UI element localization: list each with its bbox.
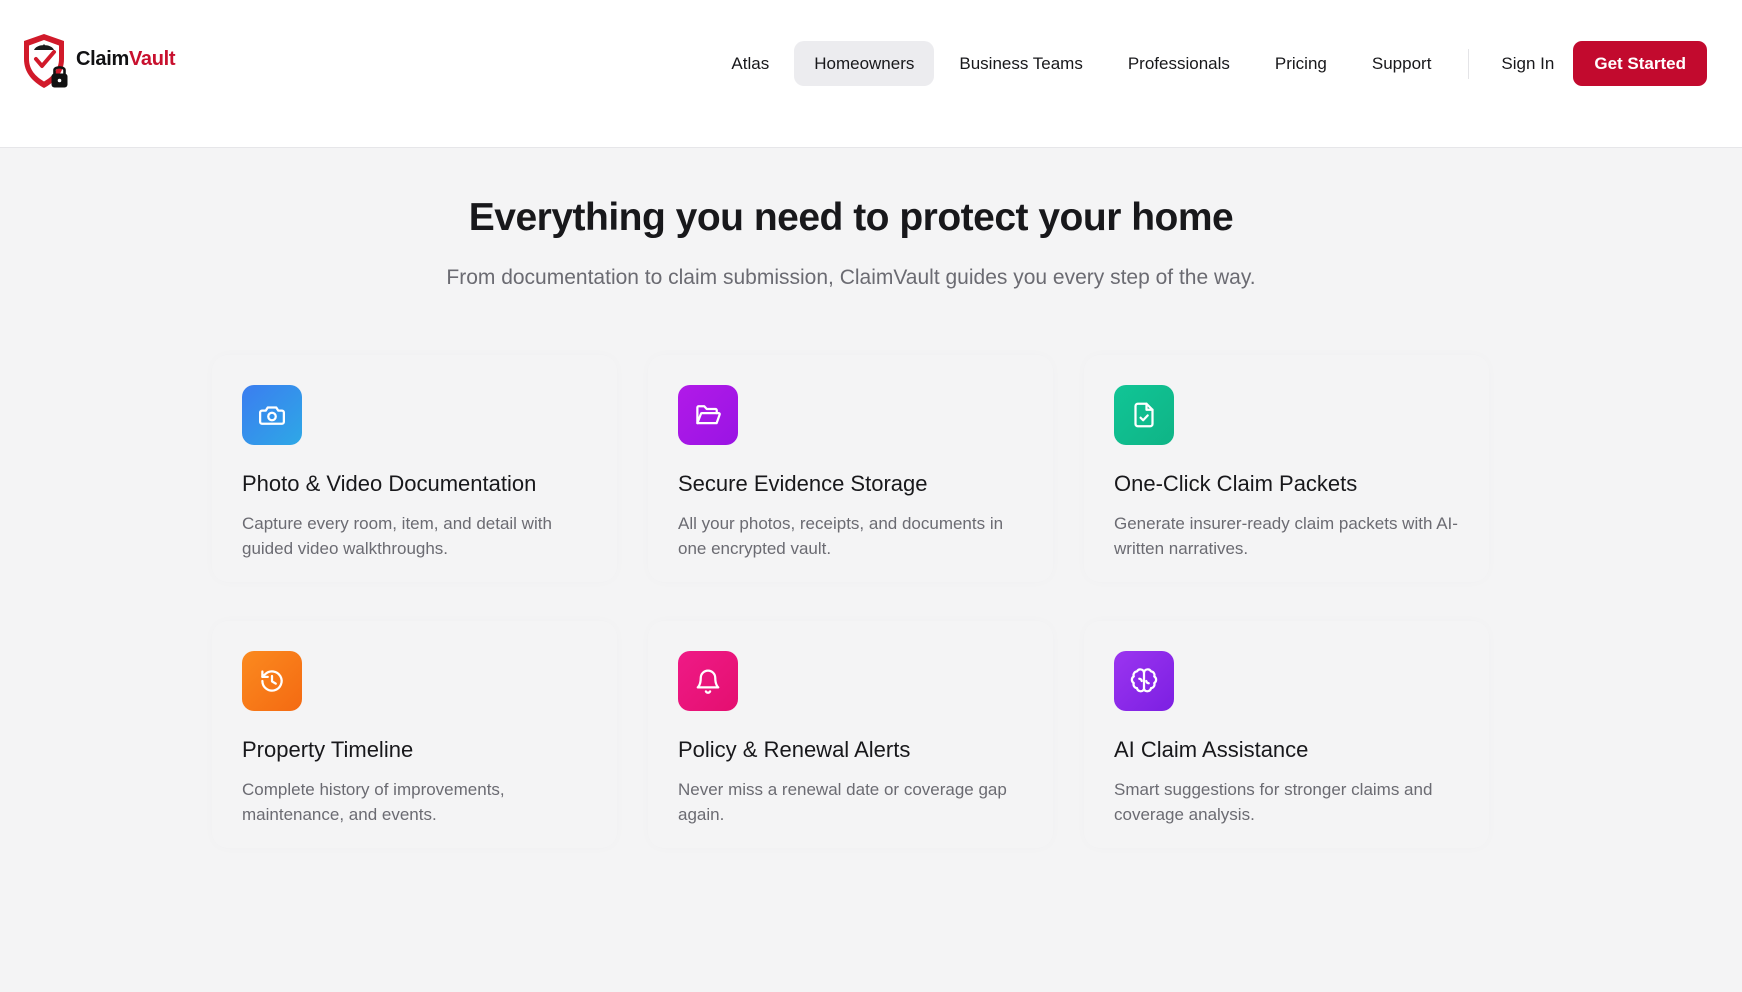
- nav-divider: [1468, 48, 1470, 79]
- feature-description: Capture every room, item, and detail wit…: [242, 514, 552, 558]
- section-title: Everything you need to protect your home: [468, 196, 1234, 239]
- nav-item-support[interactable]: Support: [1352, 41, 1452, 86]
- file-check-icon: [1114, 385, 1174, 445]
- feature-description: Complete history of improvements, mainte…: [242, 780, 505, 824]
- feature-description: Never miss a renewal date or coverage ga…: [678, 780, 1007, 824]
- nav-item-pricing[interactable]: Pricing: [1255, 41, 1347, 86]
- feature-card-photo-video: Photo & Video Documentation Capture ever…: [212, 355, 617, 582]
- nav-item-professionals[interactable]: Professionals: [1108, 41, 1250, 86]
- feature-grid: Photo & Video Documentation Capture ever…: [212, 355, 1489, 848]
- feature-card-property-timeline: Property Timeline Complete history of im…: [212, 621, 617, 848]
- nav-item-homeowners[interactable]: Homeowners: [794, 41, 935, 86]
- camera-icon: [242, 385, 302, 445]
- feature-card-renewal-alerts: Policy & Renewal Alerts Never miss a ren…: [648, 621, 1053, 848]
- section-subtitle: From documentation to claim submission, …: [446, 266, 1256, 289]
- feature-title: Secure Evidence Storage: [678, 471, 928, 496]
- brand-name: ClaimVault: [76, 47, 176, 71]
- feature-title: One-Click Claim Packets: [1114, 471, 1358, 496]
- nav-item-atlas[interactable]: Atlas: [711, 41, 789, 86]
- feature-description: Generate insurer-ready claim packets wit…: [1114, 514, 1458, 558]
- folder-open-icon: [678, 385, 738, 445]
- feature-description: Smart suggestions for stronger claims an…: [1114, 780, 1433, 824]
- nav-item-business-teams[interactable]: Business Teams: [939, 41, 1102, 86]
- feature-card-claim-packets: One-Click Claim Packets Generate insurer…: [1084, 355, 1489, 582]
- brand-logo[interactable]: ClaimVault: [20, 30, 176, 94]
- brand-name-part1: Claim: [76, 47, 129, 70]
- sign-in-link[interactable]: Sign In: [1484, 41, 1571, 86]
- site-header: ClaimVault Atlas Homeowners Business Tea…: [0, 0, 1742, 148]
- feature-card-ai-assistance: AI Claim Assistance Smart suggestions fo…: [1084, 621, 1489, 848]
- feature-card-evidence-storage: Secure Evidence Storage All your photos,…: [648, 355, 1053, 582]
- feature-description: All your photos, receipts, and documents…: [678, 514, 1004, 558]
- shield-lock-logo-icon: [24, 34, 68, 88]
- feature-title: AI Claim Assistance: [1114, 737, 1309, 762]
- feature-title: Property Timeline: [242, 737, 414, 762]
- feature-title: Policy & Renewal Alerts: [678, 737, 911, 762]
- brain-icon: [1114, 651, 1174, 711]
- main-nav: Atlas Homeowners Business Teams Professi…: [711, 41, 1707, 86]
- feature-title: Photo & Video Documentation: [242, 471, 537, 496]
- get-started-button[interactable]: Get Started: [1573, 41, 1707, 86]
- brand-name-part2: Vault: [128, 47, 176, 70]
- bell-icon: [678, 651, 738, 711]
- history-icon: [242, 651, 302, 711]
